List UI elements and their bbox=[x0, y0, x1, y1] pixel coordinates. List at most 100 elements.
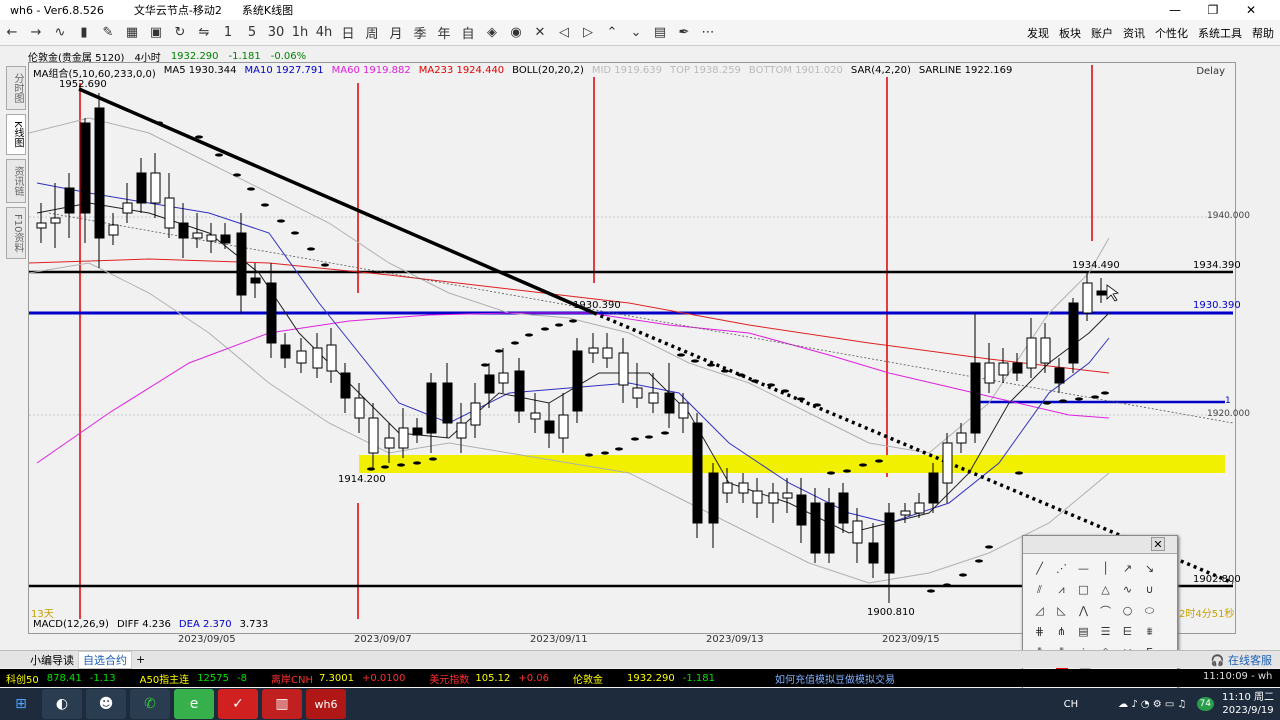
ticker-name[interactable]: A50指主连 bbox=[140, 671, 190, 686]
speed-icon[interactable]: ⋿ bbox=[1117, 621, 1138, 642]
start-icon[interactable]: ⊞ bbox=[4, 689, 38, 719]
close-icon[interactable]: ✕ bbox=[1151, 537, 1165, 551]
ticker-name[interactable]: 科创50 bbox=[6, 671, 39, 686]
menu-personalize[interactable]: 个性化 bbox=[1155, 25, 1188, 41]
layer-icon[interactable]: ◉ bbox=[504, 21, 528, 45]
menu-tools[interactable]: 系统工具 bbox=[1198, 25, 1242, 41]
ie-icon[interactable]: e bbox=[174, 689, 214, 719]
candle-icon[interactable]: ▮ bbox=[72, 21, 96, 45]
wave-icon[interactable]: ∿ bbox=[1117, 579, 1138, 600]
tab-f10[interactable]: F10资料 bbox=[6, 206, 26, 260]
vline-icon[interactable]: │ bbox=[1095, 558, 1116, 579]
crosshair-icon[interactable]: ✕ bbox=[528, 21, 552, 45]
diamond-icon[interactable]: ◈ bbox=[480, 21, 504, 45]
wh6-icon[interactable]: wh6 bbox=[306, 689, 346, 719]
period-quarter[interactable]: 季 bbox=[408, 21, 432, 45]
fan-icon[interactable]: ⋔ bbox=[1051, 621, 1072, 642]
gann-icon[interactable]: ⋕ bbox=[1029, 621, 1050, 642]
period-day[interactable]: 日 bbox=[336, 21, 360, 45]
app-red-icon[interactable]: ✓ bbox=[218, 689, 258, 719]
line-tool-icon[interactable]: ╱ bbox=[1029, 558, 1050, 579]
macd-label[interactable]: MACD(12,26,9) bbox=[33, 619, 109, 630]
ticker-message[interactable]: 如何充值模拟豆做模拟交易 bbox=[775, 671, 895, 686]
dashed-line-icon[interactable]: ⋰ bbox=[1051, 558, 1072, 579]
save-icon[interactable]: ▣ bbox=[144, 21, 168, 45]
shift-left-icon[interactable]: ◁ bbox=[552, 21, 576, 45]
period-week[interactable]: 周 bbox=[360, 21, 384, 45]
tab-guide[interactable]: 小编导读 bbox=[26, 652, 78, 668]
panel-titlebar[interactable]: ✕ bbox=[1023, 536, 1177, 554]
ticker-name[interactable]: 离岸CNH bbox=[271, 671, 313, 686]
channel-icon[interactable]: ▤ bbox=[1073, 621, 1094, 642]
angle-icon[interactable]: ◺ bbox=[1051, 600, 1072, 621]
draw-icon[interactable]: ✎ bbox=[96, 21, 120, 45]
clock[interactable]: 11:10 周二 2023/9/19 bbox=[1222, 691, 1274, 717]
candle-body bbox=[956, 432, 967, 444]
tray-icons[interactable]: ☁ ♪ ◔ ⚙ ▭ ♫ bbox=[1118, 699, 1186, 710]
forward-icon[interactable]: → bbox=[24, 21, 48, 45]
layout-icon[interactable]: ▤ bbox=[648, 21, 672, 45]
triangle-icon[interactable]: △ bbox=[1095, 579, 1116, 600]
browser360-icon[interactable]: ◐ bbox=[42, 689, 82, 719]
peak-icon[interactable]: ⋀ bbox=[1073, 600, 1094, 621]
hline-icon[interactable]: — bbox=[1073, 558, 1094, 579]
compare-icon[interactable]: ⇋ bbox=[192, 21, 216, 45]
more-icon[interactable]: ⋯ bbox=[696, 21, 720, 45]
chart-line-icon[interactable]: ∿ bbox=[48, 21, 72, 45]
add-tab-button[interactable]: + bbox=[132, 653, 149, 666]
qq-icon[interactable]: ☻ bbox=[86, 689, 126, 719]
candle-body bbox=[708, 472, 719, 524]
arc-icon[interactable]: ⌒ bbox=[1095, 600, 1116, 621]
circle-icon[interactable]: ○ bbox=[1117, 600, 1138, 621]
fib-ret-icon[interactable]: ☰ bbox=[1095, 621, 1116, 642]
period-1h[interactable]: 1h bbox=[288, 21, 312, 45]
ime-indicator[interactable]: CH bbox=[1064, 699, 1079, 710]
period-year[interactable]: 年 bbox=[432, 21, 456, 45]
menu-discover[interactable]: 发现 bbox=[1027, 25, 1049, 41]
candle-body bbox=[354, 397, 365, 419]
rect-icon[interactable]: □ bbox=[1073, 579, 1094, 600]
online-service-button[interactable]: 🎧 在线客服 bbox=[1211, 652, 1272, 668]
close-button[interactable]: ✕ bbox=[1232, 0, 1270, 20]
back-icon[interactable]: ← bbox=[0, 21, 24, 45]
candle-body bbox=[824, 502, 835, 554]
delay-label: Delay bbox=[1196, 66, 1225, 77]
zigzag-icon[interactable]: ⩘ bbox=[1051, 579, 1072, 600]
pen-icon[interactable]: ✒ bbox=[672, 21, 696, 45]
minimize-button[interactable]: — bbox=[1156, 0, 1194, 20]
cup-icon[interactable]: ∪ bbox=[1139, 579, 1160, 600]
menu-help[interactable]: 帮助 bbox=[1252, 25, 1274, 41]
ellipse-icon[interactable]: ⬭ bbox=[1139, 600, 1160, 621]
period-month[interactable]: 月 bbox=[384, 21, 408, 45]
tab-news-chain[interactable]: 资讯链 bbox=[6, 158, 26, 203]
stock-app-icon[interactable]: ▥ bbox=[262, 689, 302, 719]
menu-account[interactable]: 账户 bbox=[1091, 25, 1113, 41]
fib-icon[interactable]: ◿ bbox=[1029, 600, 1050, 621]
grid-icon[interactable]: ▦ bbox=[120, 21, 144, 45]
ticker-name[interactable]: 美元指数 bbox=[429, 671, 469, 686]
parallel-icon[interactable]: ⫽ bbox=[1029, 579, 1050, 600]
tab-kline[interactable]: K线图 bbox=[6, 114, 26, 155]
menu-news[interactable]: 资讯 bbox=[1123, 25, 1145, 41]
wechat-icon[interactable]: ✆ bbox=[130, 689, 170, 719]
pitch-icon[interactable]: ⩩ bbox=[1139, 621, 1160, 642]
sar-dot bbox=[413, 461, 421, 465]
tray-badge[interactable]: 74 bbox=[1196, 697, 1214, 711]
period-1[interactable]: 1 bbox=[216, 21, 240, 45]
menu-sector[interactable]: 板块 bbox=[1059, 25, 1081, 41]
arrow-down-icon[interactable]: ↘ bbox=[1139, 558, 1160, 579]
period-5[interactable]: 5 bbox=[240, 21, 264, 45]
shift-right-icon[interactable]: ▷ bbox=[576, 21, 600, 45]
ticker-name[interactable]: 伦敦金 bbox=[573, 671, 603, 686]
zoom-in-icon[interactable]: ⌃ bbox=[600, 21, 624, 45]
period-30[interactable]: 30 bbox=[264, 21, 288, 45]
refresh-icon[interactable]: ↻ bbox=[168, 21, 192, 45]
period-4h[interactable]: 4h bbox=[312, 21, 336, 45]
ma-group-label[interactable]: MA组合(5,10,60,233,0,0) bbox=[33, 65, 156, 80]
arrow-line-icon[interactable]: ↗ bbox=[1117, 558, 1138, 579]
period-custom[interactable]: 自 bbox=[456, 21, 480, 45]
tab-custom[interactable]: 自选合约 bbox=[78, 650, 132, 669]
zoom-out-icon[interactable]: ⌄ bbox=[624, 21, 648, 45]
tab-timeshare[interactable]: 分时图 bbox=[6, 66, 26, 110]
maximize-button[interactable]: ❐ bbox=[1194, 0, 1232, 20]
